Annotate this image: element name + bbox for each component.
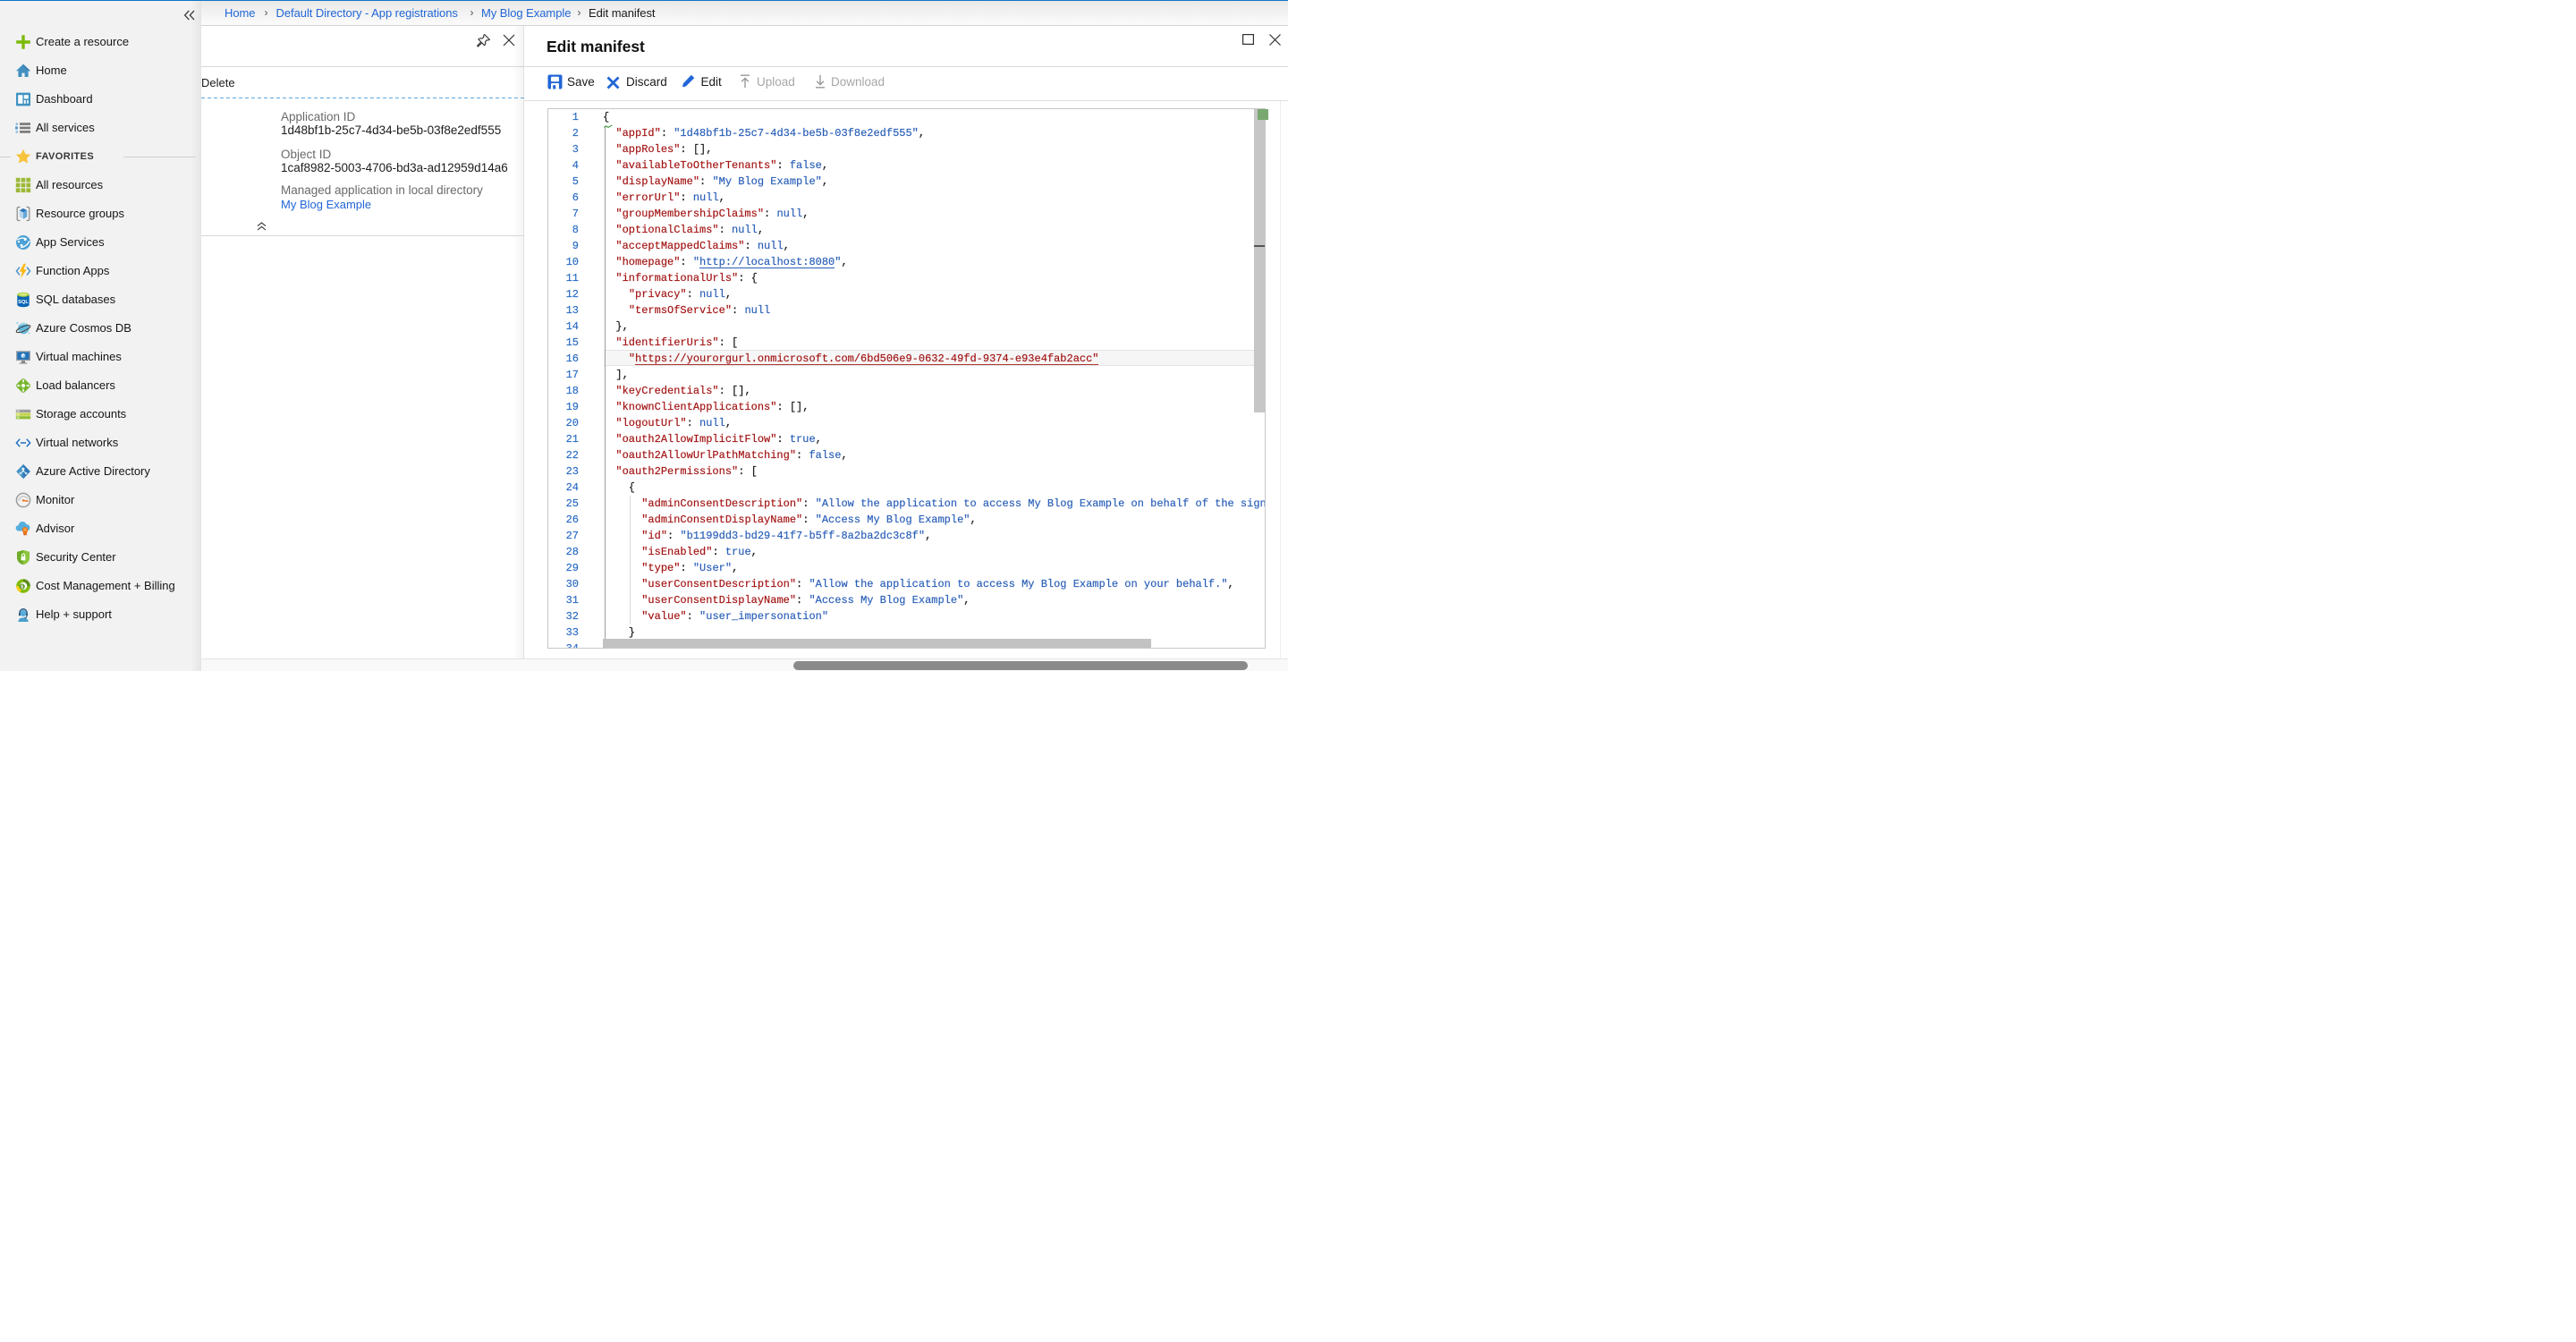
svg-text:$: $ <box>21 584 23 590</box>
svg-text:SQL: SQL <box>18 300 29 305</box>
